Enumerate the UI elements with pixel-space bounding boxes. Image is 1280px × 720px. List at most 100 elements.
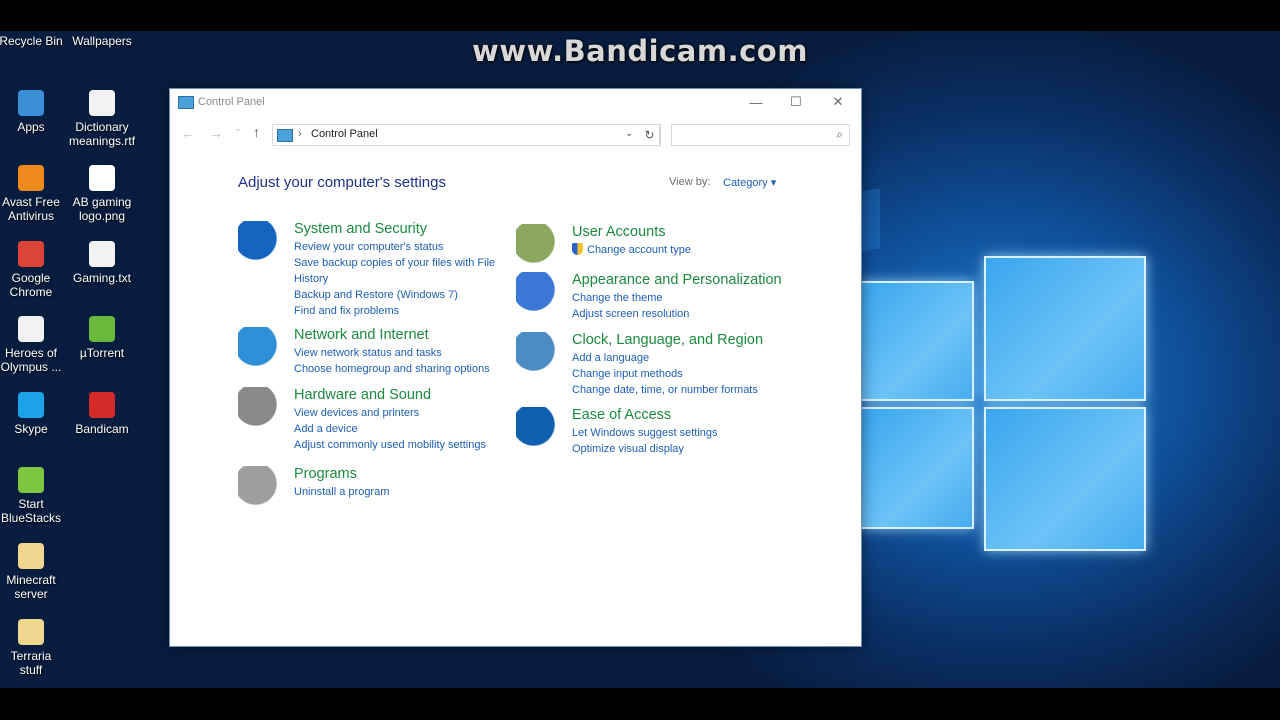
appearance-icon[interactable] bbox=[516, 272, 560, 316]
window-title: Control Panel bbox=[198, 96, 265, 108]
address-dropdown-icon[interactable]: ⌄ bbox=[625, 128, 633, 139]
category-link[interactable]: Save backup copies of your files with Fi… bbox=[294, 255, 504, 287]
minimize-button[interactable]: — bbox=[736, 89, 776, 115]
category-link[interactable]: Adjust commonly used mobility settings bbox=[294, 437, 504, 453]
category-link[interactable]: Adjust screen resolution bbox=[572, 306, 782, 322]
category-link[interactable]: Change the theme bbox=[572, 290, 782, 306]
printer-icon[interactable] bbox=[238, 387, 282, 431]
desktop-icon[interactable]: Skype bbox=[0, 392, 64, 436]
category-title[interactable]: Hardware and Sound bbox=[294, 387, 431, 403]
category-link[interactable]: Change input methods bbox=[572, 366, 782, 382]
category-title[interactable]: Ease of Access bbox=[572, 407, 671, 423]
category-link[interactable]: Add a language bbox=[572, 350, 782, 366]
breadcrumb-control-panel[interactable]: Control Panel bbox=[311, 128, 378, 140]
recent-locations-button[interactable]: ⌄ bbox=[234, 123, 242, 134]
search-input[interactable]: ⌕ bbox=[671, 124, 850, 146]
desktop-icon-label: AB gaming logo.png bbox=[72, 195, 132, 223]
category-link[interactable]: Uninstall a program bbox=[294, 484, 504, 500]
shield-icon[interactable] bbox=[238, 221, 282, 265]
desktop-icon-label: Apps bbox=[17, 120, 45, 134]
desktop-icon-label: Start BlueStacks bbox=[0, 497, 62, 525]
category-link[interactable]: View network status and tasks bbox=[294, 345, 504, 361]
utorrent-icon bbox=[89, 316, 115, 342]
category-link[interactable]: View devices and printers bbox=[294, 405, 504, 421]
letterbox-bottom bbox=[0, 688, 1280, 720]
maximize-button[interactable]: ☐ bbox=[776, 89, 816, 115]
category-link[interactable]: Review your computer's status bbox=[294, 239, 504, 255]
category-links: Let Windows suggest settings Optimize vis… bbox=[572, 425, 782, 457]
back-button[interactable]: ← bbox=[181, 125, 195, 141]
desktop-icon[interactable]: Apps bbox=[0, 90, 64, 134]
category-links: Change account type bbox=[572, 242, 782, 258]
uac-shield-icon bbox=[572, 243, 583, 255]
category-title[interactable]: Appearance and Personalization bbox=[572, 272, 782, 288]
bandicam-icon bbox=[89, 392, 115, 418]
desktop-icon[interactable]: µTorrent bbox=[69, 316, 135, 360]
desktop-icon[interactable]: AB gaming logo.png bbox=[69, 165, 135, 223]
category-link[interactable]: Change account type bbox=[572, 242, 782, 258]
close-button[interactable]: ✕ bbox=[818, 89, 858, 115]
letterbox-top bbox=[0, 0, 1280, 31]
category-link[interactable]: Change date, time, or number formats bbox=[572, 382, 782, 398]
category-title[interactable]: Network and Internet bbox=[294, 327, 429, 343]
desktop-icon-label: µTorrent bbox=[79, 346, 125, 360]
up-button[interactable]: ↑ bbox=[253, 124, 260, 140]
category-title[interactable]: User Accounts bbox=[572, 224, 666, 240]
category-title[interactable]: Clock, Language, and Region bbox=[572, 332, 763, 348]
desktop-icon[interactable]: Bandicam bbox=[69, 392, 135, 436]
pdf-icon bbox=[18, 316, 44, 342]
desktop-icon[interactable]: Google Chrome bbox=[0, 241, 64, 299]
desktop-icon[interactable]: Terraria stuff bbox=[0, 619, 64, 677]
desktop-icon-label: Gaming.txt bbox=[72, 271, 132, 285]
category-link[interactable]: Let Windows suggest settings bbox=[572, 425, 782, 441]
category-link[interactable]: Add a device bbox=[294, 421, 504, 437]
desktop-icon-label: Heroes of Olympus ... bbox=[0, 346, 62, 374]
desktop-icon[interactable]: Dictionary meanings.rtf bbox=[69, 90, 135, 148]
desktop-icon-label: Bandicam bbox=[75, 422, 129, 436]
logo-pane bbox=[860, 407, 974, 529]
avast-icon bbox=[18, 165, 44, 191]
category-link[interactable]: Backup and Restore (Windows 7) bbox=[294, 287, 504, 303]
chrome-icon bbox=[18, 241, 44, 267]
category-links: Change the theme Adjust screen resolution bbox=[572, 290, 782, 322]
category-link[interactable]: Find and fix problems bbox=[294, 303, 504, 319]
desktop-icon[interactable]: Avast Free Antivirus bbox=[0, 165, 64, 223]
title-bar[interactable]: Control Panel — ☐ ✕ bbox=[170, 89, 861, 115]
programs-icon[interactable] bbox=[238, 466, 282, 510]
clock-globe-icon[interactable] bbox=[516, 332, 560, 376]
category-title[interactable]: Programs bbox=[294, 466, 357, 482]
logo-pane bbox=[984, 256, 1146, 401]
category-title[interactable]: System and Security bbox=[294, 221, 427, 237]
image-icon bbox=[89, 165, 115, 191]
desktop-icon-label: Avast Free Antivirus bbox=[2, 195, 60, 223]
category-link[interactable]: Optimize visual display bbox=[572, 441, 782, 457]
folder-icon bbox=[18, 619, 44, 645]
category-links: Add a language Change input methods Change… bbox=[572, 350, 782, 398]
logo-pane bbox=[860, 281, 974, 401]
breadcrumb-separator: › bbox=[298, 128, 302, 140]
category-links: Review your computer's status Save backup… bbox=[294, 239, 504, 319]
address-bar[interactable]: › Control Panel ⌄ bbox=[272, 124, 661, 146]
forward-button[interactable]: → bbox=[209, 125, 223, 141]
desktop-icon[interactable]: Gaming.txt bbox=[69, 241, 135, 285]
desktop-icon-label: Terraria stuff bbox=[10, 649, 52, 677]
users-icon[interactable] bbox=[516, 224, 560, 268]
bandicam-watermark: www.Bandicam.com bbox=[472, 34, 808, 68]
category-links: View devices and printers Add a device Adj… bbox=[294, 405, 504, 453]
view-by-dropdown[interactable]: Category ▾ bbox=[723, 176, 776, 189]
desktop-icon[interactable]: Start BlueStacks bbox=[0, 467, 64, 525]
category-link[interactable]: Choose homegroup and sharing options bbox=[294, 361, 504, 377]
ease-of-access-icon[interactable] bbox=[516, 407, 560, 451]
category-link-text: Change account type bbox=[587, 244, 691, 256]
windows-logo bbox=[860, 221, 1150, 561]
desktop-icon[interactable]: Heroes of Olympus ... bbox=[0, 316, 64, 374]
network-icon[interactable] bbox=[238, 327, 282, 371]
desktop-icon[interactable]: Minecraft server bbox=[0, 543, 64, 601]
folder-icon bbox=[18, 543, 44, 569]
desktop-icon-label: Dictionary meanings.rtf bbox=[69, 120, 136, 148]
apps-icon bbox=[18, 90, 44, 116]
desktop-icon-label: Google Chrome bbox=[9, 271, 53, 299]
page-title: Adjust your computer's settings bbox=[238, 174, 446, 191]
refresh-button[interactable]: ↻ bbox=[640, 124, 660, 146]
control-panel-icon bbox=[178, 96, 194, 109]
